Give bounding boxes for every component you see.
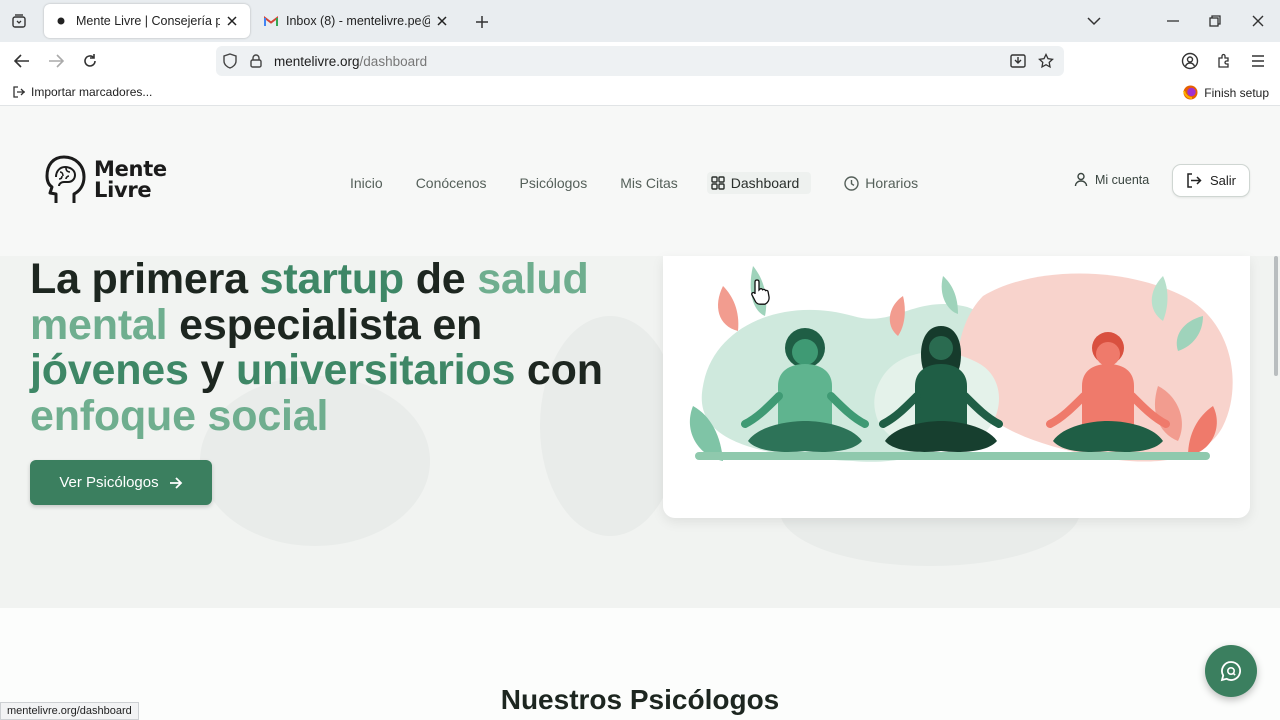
close-tab-icon[interactable] [434, 13, 450, 29]
menu-item-dashboard[interactable]: Dashboard [706, 172, 812, 194]
import-bookmarks-label: Importar marcadores... [31, 85, 153, 99]
back-icon[interactable] [11, 50, 33, 72]
hamburger-menu-icon[interactable] [1247, 50, 1269, 72]
logout-label: Salir [1209, 173, 1236, 188]
menu-item-psicologos[interactable]: Psicólogos [520, 175, 588, 191]
mouse-pointer-icon [750, 278, 772, 311]
my-account-label: Mi cuenta [1095, 172, 1150, 187]
logo-line-1: Mente [94, 157, 167, 181]
hero-headline: La primera startup de salud mental especi… [30, 255, 603, 440]
dashboard-grid-icon [711, 176, 725, 190]
site-header: Mente Livre Inicio Conócenos Psicólogos … [0, 106, 1280, 256]
new-tab-icon[interactable] [472, 12, 492, 32]
view-psychologists-label: Ver Psicólogos [59, 474, 159, 491]
section-title: Nuestros Psicólogos [500, 684, 780, 715]
bookmark-star-icon[interactable] [1036, 51, 1056, 71]
page-viewport: Mente Livre Inicio Conócenos Psicólogos … [0, 106, 1280, 720]
extensions-icon[interactable] [1213, 50, 1235, 72]
browser-tab-mentelivre[interactable]: Mente Livre | Consejería psicológica [44, 4, 250, 38]
chevron-down-icon[interactable] [1083, 10, 1105, 32]
browser-nav-bar: mentelivre.org/dashboard [0, 42, 1280, 80]
logout-icon [1187, 173, 1202, 188]
logo-line-2: Livre [94, 178, 152, 202]
close-window-icon[interactable] [1247, 10, 1269, 32]
arrow-right-icon [169, 476, 182, 489]
bookmarks-bar: Importar marcadores... Finish setup [0, 80, 1280, 106]
menu-item-inicio[interactable]: Inicio [350, 175, 383, 191]
finish-setup-label: Finish setup [1204, 85, 1269, 100]
menu-item-mis-citas[interactable]: Mis Citas [620, 175, 678, 191]
lock-icon[interactable] [246, 51, 266, 71]
browser-tab-bar: Mente Livre | Consejería psicológica Inb… [0, 0, 1280, 42]
import-icon [13, 86, 25, 98]
head-brain-icon [45, 155, 86, 203]
tab-list-icon[interactable] [8, 10, 30, 32]
install-app-icon[interactable] [1008, 51, 1028, 71]
my-account-link[interactable]: Mi cuenta [1074, 172, 1149, 187]
firefox-logo-icon [1183, 85, 1198, 100]
finish-setup-link[interactable]: Finish setup [1183, 85, 1269, 100]
tab-dot-icon [54, 14, 68, 28]
url-text[interactable]: mentelivre.org/dashboard [274, 54, 427, 69]
forward-icon[interactable] [45, 50, 67, 72]
tab-title: Mente Livre | Consejería psicológica [76, 14, 220, 28]
reload-icon[interactable] [79, 50, 101, 72]
psychologists-section: Nuestros Psicólogos [0, 608, 1280, 720]
view-psychologists-button[interactable]: Ver Psicólogos [30, 460, 212, 505]
logout-button[interactable]: Salir [1172, 164, 1250, 197]
account-circle-icon[interactable] [1179, 50, 1201, 72]
clock-icon [844, 175, 859, 191]
gmail-icon [264, 14, 278, 28]
menu-item-horarios-label: Horarios [865, 175, 919, 191]
import-bookmarks-link[interactable]: Importar marcadores... [12, 85, 152, 99]
minimize-icon[interactable] [1162, 10, 1184, 32]
shield-icon[interactable] [220, 51, 240, 71]
site-logo[interactable]: Mente Livre [44, 154, 167, 206]
menu-item-conocenos[interactable]: Conócenos [416, 175, 487, 191]
tab-title: Inbox (8) - mentelivre.pe@gmail.com [286, 14, 430, 28]
main-menu: Inicio Conócenos Psicólogos Mis Citas Da… [350, 172, 951, 194]
menu-item-horarios[interactable]: Horarios [844, 175, 918, 191]
chat-bubble-icon [1220, 661, 1241, 682]
restore-icon[interactable] [1204, 10, 1226, 32]
address-bar[interactable]: mentelivre.org/dashboard [216, 46, 1064, 76]
user-icon [1074, 172, 1088, 187]
page-scrollbar[interactable] [1274, 256, 1278, 376]
menu-item-dashboard-label: Dashboard [730, 175, 800, 191]
close-tab-icon[interactable] [224, 13, 240, 29]
browser-tab-gmail[interactable]: Inbox (8) - mentelivre.pe@gmail.com [254, 4, 460, 38]
status-bar-url: mentelivre.org/dashboard [0, 702, 139, 720]
chat-support-button[interactable] [1205, 645, 1257, 697]
